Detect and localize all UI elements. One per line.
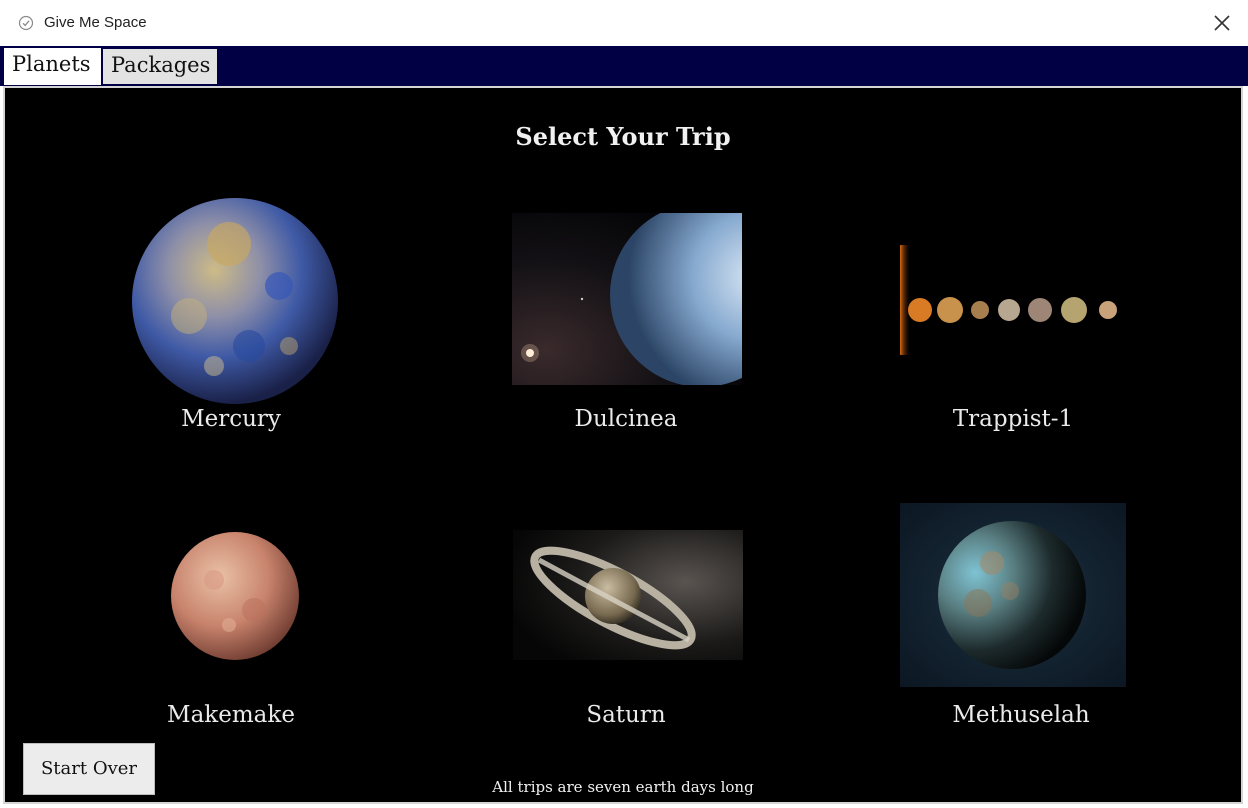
trip-label-makemake[interactable]: Makemake [71, 702, 391, 728]
tab-packages[interactable]: Packages [103, 49, 217, 84]
trip-label-trappist-1[interactable]: Trappist-1 [853, 406, 1173, 432]
check-circle-icon [18, 15, 34, 31]
saturn-image[interactable] [513, 530, 743, 660]
mercury-image[interactable] [129, 196, 341, 406]
trip-length-note: All trips are seven earth days long [492, 778, 754, 796]
tab-bar: Planets Packages [0, 46, 1248, 86]
planets-panel: Select Your Trip Mercury Dulcinea Trappi… [3, 86, 1243, 804]
window-title: Give Me Space [44, 14, 147, 31]
tab-planets[interactable]: Planets [4, 48, 101, 85]
trappist-1-image[interactable] [898, 243, 1134, 358]
dulcinea-image[interactable] [512, 213, 742, 385]
trip-label-saturn[interactable]: Saturn [466, 702, 786, 728]
trip-label-mercury[interactable]: Mercury [71, 406, 391, 432]
trip-label-dulcinea[interactable]: Dulcinea [466, 406, 786, 432]
title-bar: Give Me Space [0, 0, 1248, 46]
methuselah-image[interactable] [900, 503, 1126, 687]
makemake-image[interactable] [169, 530, 301, 662]
close-icon[interactable] [1206, 6, 1238, 40]
page-title: Select Your Trip [515, 122, 731, 151]
trip-label-methuselah[interactable]: Methuselah [861, 702, 1181, 728]
